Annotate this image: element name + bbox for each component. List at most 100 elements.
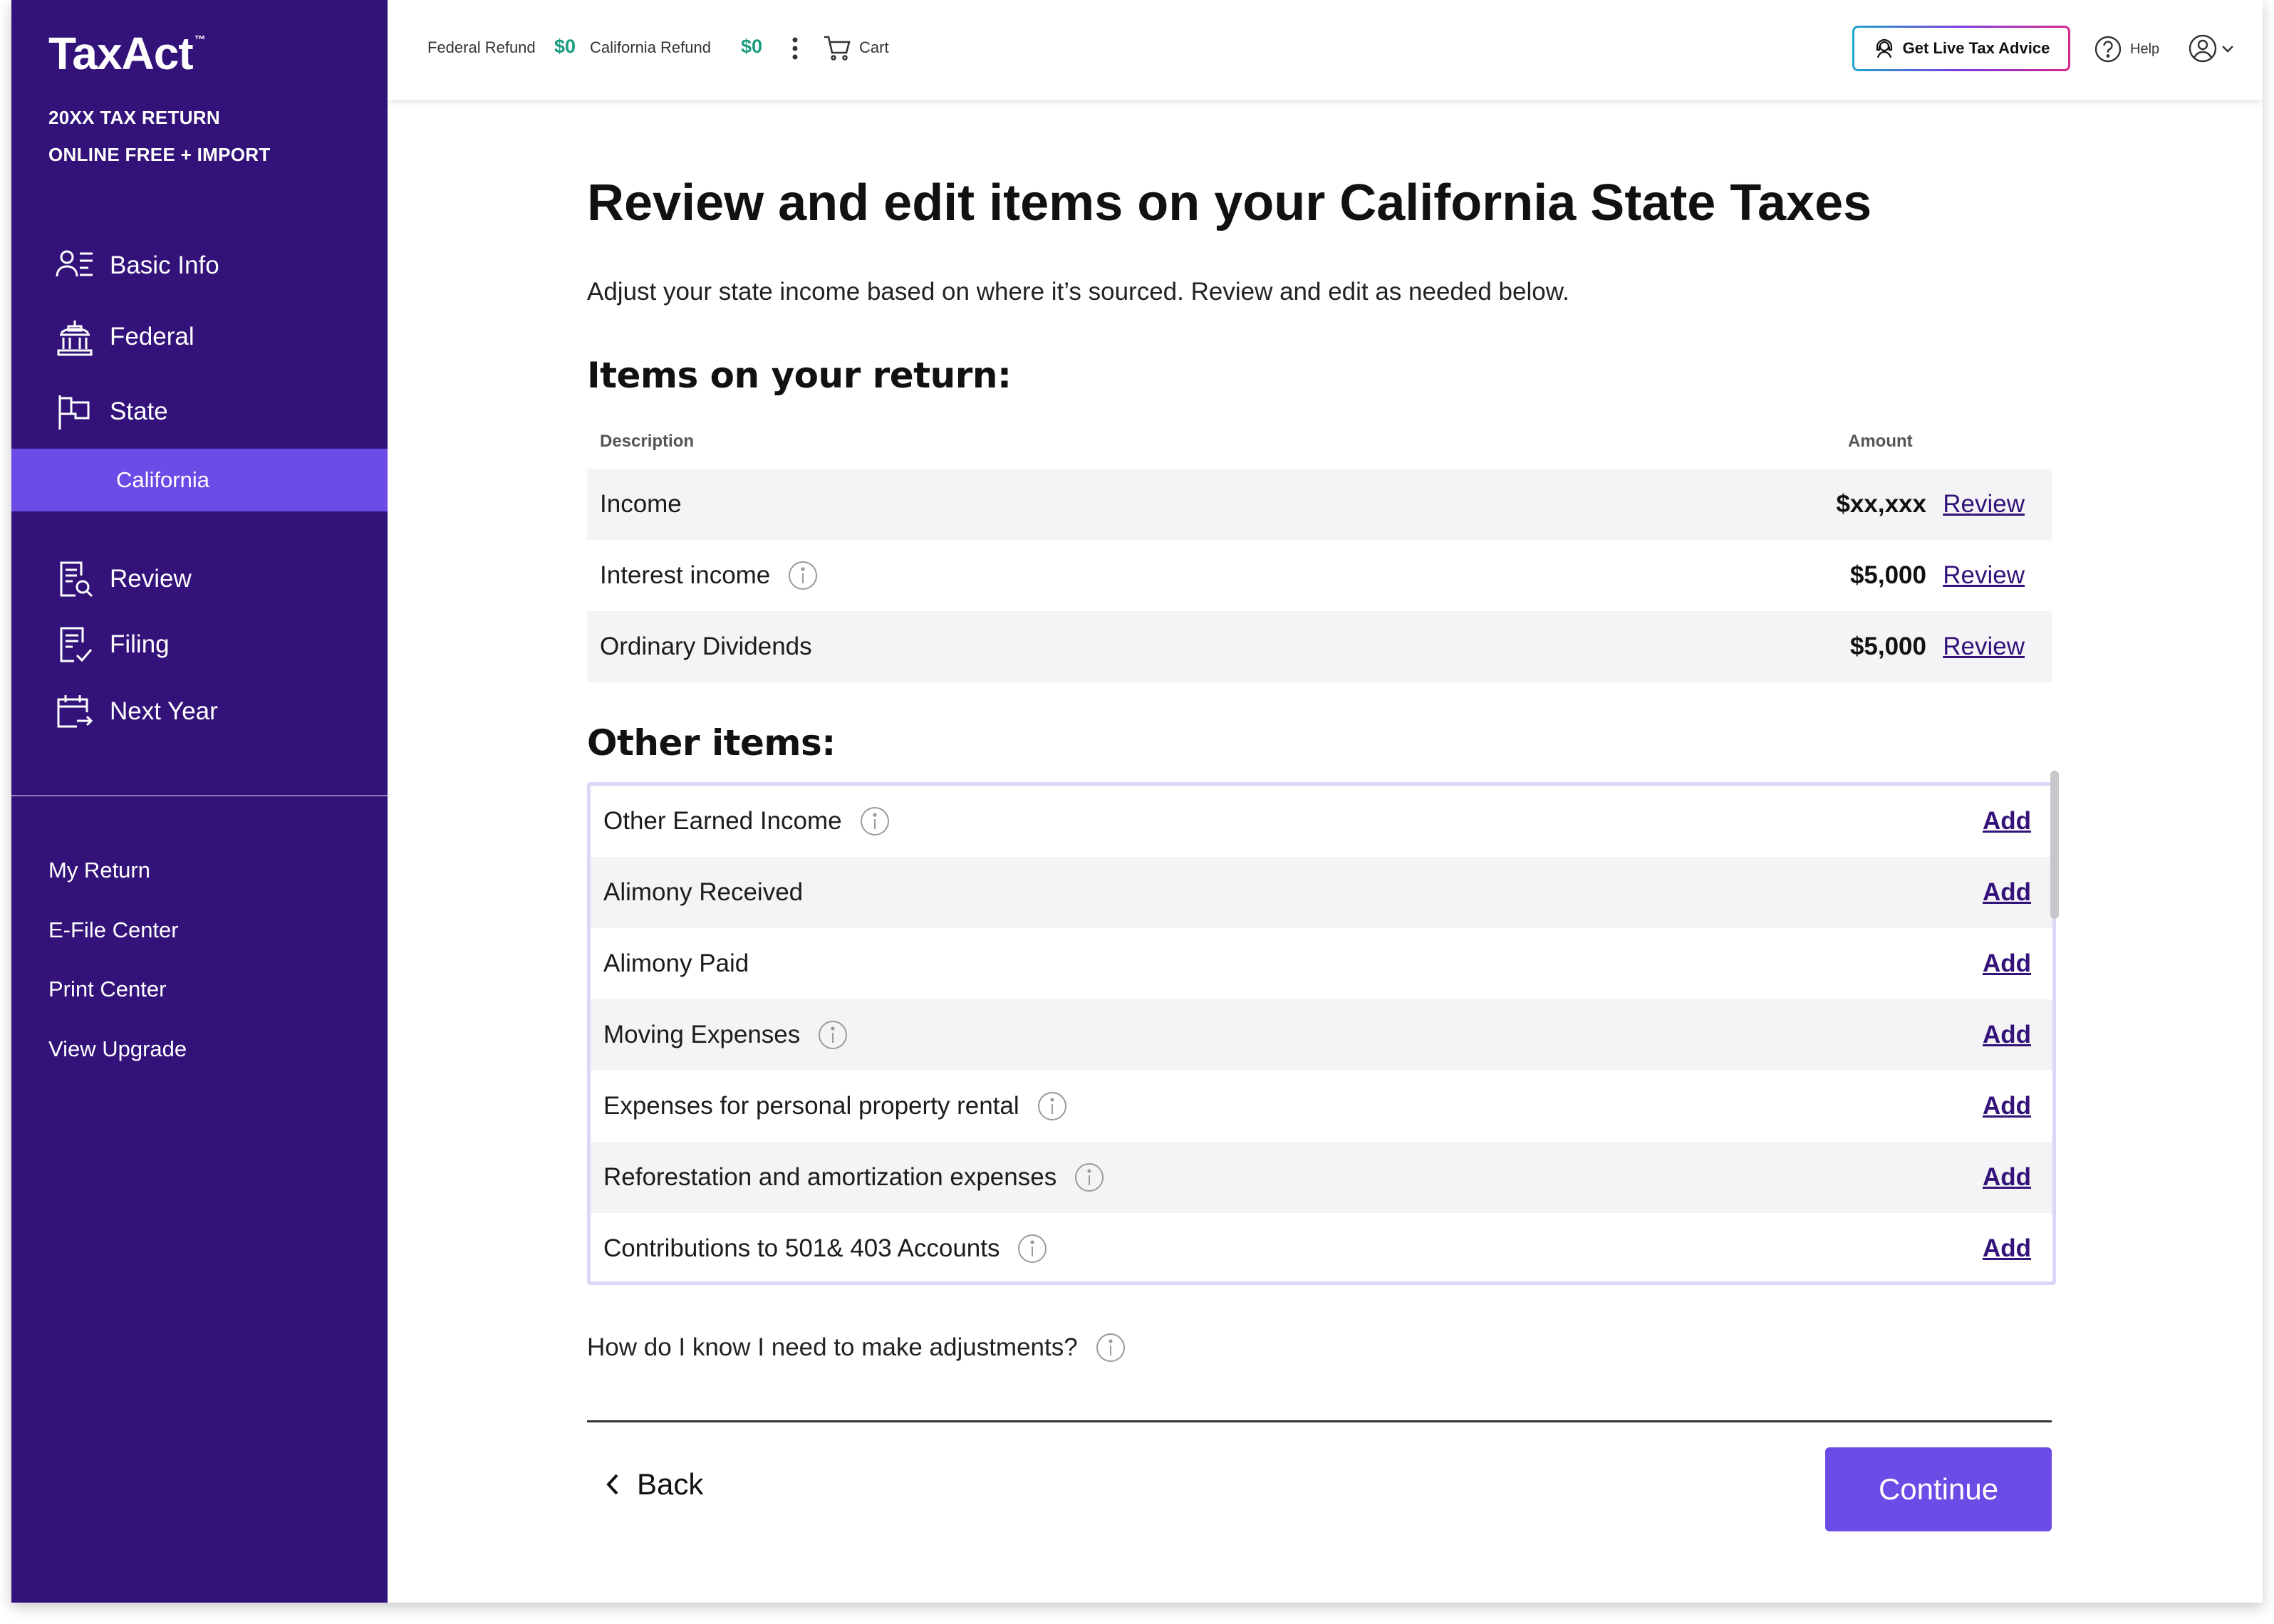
- add-link[interactable]: Add: [1983, 1021, 2031, 1049]
- flag-icon: [54, 391, 95, 432]
- review-link[interactable]: Review: [1943, 490, 2025, 519]
- document-check-icon: [54, 624, 95, 665]
- item-label: Ordinary Dividends: [600, 633, 812, 660]
- info-icon[interactable]: [1095, 1332, 1126, 1363]
- info-icon[interactable]: [1017, 1233, 1048, 1264]
- more-options-icon[interactable]: [788, 34, 802, 63]
- calendar-arrow-icon: [54, 691, 95, 732]
- add-link[interactable]: Add: [1983, 807, 2031, 836]
- list-item: Other Earned Income Add: [591, 786, 2052, 857]
- table-row: Interest income $5,000 Review: [587, 540, 2052, 611]
- return-type-line2: ONLINE FREE + IMPORT: [48, 144, 271, 165]
- sidebar-item-state[interactable]: State: [11, 381, 388, 442]
- help-label: Help: [2130, 41, 2160, 57]
- document-search-icon: [54, 558, 95, 600]
- sidebar-item-label: Filing: [110, 630, 170, 658]
- sidebar-link-print-center[interactable]: Print Center: [48, 977, 166, 1002]
- item-label: Reforestation and amortization expenses: [603, 1163, 1057, 1191]
- headset-agent-icon: [1876, 38, 1892, 58]
- review-link[interactable]: Review: [1943, 633, 2025, 661]
- item-label: Alimony Paid: [603, 949, 749, 977]
- federal-refund-amount: $0: [554, 36, 576, 57]
- live-tax-advice-button[interactable]: Get Live Tax Advice: [1852, 26, 2070, 71]
- federal-refund-label: Federal Refund: [427, 38, 536, 56]
- user-list-icon: [54, 245, 95, 286]
- add-link[interactable]: Add: [1983, 1092, 2031, 1120]
- live-tax-advice-label: Get Live Tax Advice: [1902, 39, 2050, 57]
- list-item: Reforestation and amortization expenses …: [591, 1142, 2052, 1213]
- item-amount: $5,000: [1849, 561, 1926, 589]
- list-item: Moving Expenses Add: [591, 999, 2052, 1071]
- state-refund-amount: $0: [741, 36, 763, 57]
- taxact-logo[interactable]: TaxAct ™: [48, 27, 206, 80]
- footer-divider: [587, 1420, 2052, 1422]
- item-label: Alimony Received: [603, 878, 804, 906]
- help-button[interactable]: Help: [2093, 34, 2159, 64]
- sidebar-item-label: Basic Info: [110, 251, 219, 279]
- other-items-list[interactable]: Other Earned Income Add Alimony Received…: [587, 782, 2056, 1285]
- item-label: Contributions to 501& 403 Accounts: [603, 1234, 1000, 1262]
- other-items-heading: Other items:: [587, 722, 836, 764]
- sidebar-item-label: Next Year: [110, 697, 218, 725]
- column-header-amount: Amount: [1848, 432, 1913, 451]
- chevron-left-icon: [606, 1474, 618, 1495]
- sidebar-divider: [11, 795, 388, 796]
- table-row: Ordinary Dividends $5,000 Review: [587, 611, 2052, 682]
- add-link[interactable]: Add: [1983, 1234, 2031, 1263]
- sidebar-item-federal[interactable]: Federal: [11, 306, 388, 368]
- question-circle-icon: [2094, 36, 2122, 63]
- back-label: Back: [637, 1467, 704, 1501]
- info-icon[interactable]: [859, 806, 891, 837]
- item-label: Income: [600, 490, 682, 518]
- sidebar-item-label: Review: [110, 565, 192, 593]
- item-amount: $5,000: [1849, 633, 1926, 660]
- add-link[interactable]: Add: [1983, 878, 2031, 907]
- list-item: Alimony Received Add: [591, 857, 2052, 928]
- sidebar-item-review[interactable]: Review: [11, 548, 388, 610]
- back-button[interactable]: Back: [603, 1467, 703, 1501]
- cart-label: Cart: [859, 38, 889, 56]
- item-label: Interest income: [600, 561, 771, 589]
- sidebar-item-basic-info[interactable]: Basic Info: [11, 235, 388, 296]
- info-icon[interactable]: [1037, 1091, 1068, 1122]
- column-header-description: Description: [600, 432, 695, 451]
- info-icon[interactable]: [817, 1019, 848, 1051]
- sidebar-link-efile-center[interactable]: E-File Center: [48, 917, 179, 943]
- adjustments-help-question[interactable]: How do I know I need to make adjustments…: [587, 1332, 1126, 1363]
- cart-icon: [824, 36, 851, 61]
- items-section-heading: Items on your return:: [587, 355, 1012, 396]
- item-label: Expenses for personal property rental: [603, 1092, 1019, 1120]
- sidebar-link-view-upgrade[interactable]: View Upgrade: [48, 1036, 187, 1062]
- sidebar-item-label: State: [110, 397, 168, 425]
- sidebar-link-my-return[interactable]: My Return: [48, 858, 150, 883]
- account-menu-button[interactable]: [2187, 33, 2236, 64]
- user-avatar-icon: [2189, 34, 2217, 63]
- state-refund-label: California Refund: [590, 38, 711, 56]
- add-link[interactable]: Add: [1983, 949, 2031, 978]
- chevron-down-icon: [2222, 46, 2233, 53]
- add-link[interactable]: Add: [1983, 1163, 2031, 1192]
- list-item: Contributions to 501& 403 Accounts Add: [591, 1213, 2052, 1281]
- review-link[interactable]: Review: [1943, 561, 2025, 590]
- page-subtitle: Adjust your state income based on where …: [587, 278, 1569, 306]
- sidebar-item-next-year[interactable]: Next Year: [11, 681, 388, 742]
- table-row: Income $xx,xxx Review: [587, 469, 2052, 540]
- sidebar-item-label: Federal: [110, 323, 194, 350]
- continue-button[interactable]: Continue: [1825, 1447, 2052, 1531]
- top-bar: Federal Refund $0 California Refund $0 C…: [388, 0, 2263, 100]
- info-icon[interactable]: [787, 560, 819, 591]
- list-item: Expenses for personal property rental Ad…: [591, 1071, 2052, 1142]
- item-amount: $xx,xxx: [1836, 490, 1926, 518]
- list-scrollbar[interactable]: [2050, 771, 2059, 919]
- info-icon[interactable]: [1074, 1162, 1105, 1193]
- page-title: Review and edit items on your California…: [587, 175, 1872, 231]
- app-window: TaxAct ™ 20XX TAX RETURN ONLINE FREE + IM…: [11, 0, 2263, 1603]
- sidebar: TaxAct ™ 20XX TAX RETURN ONLINE FREE + IM…: [11, 0, 388, 1603]
- sidebar-item-filing[interactable]: Filing: [11, 614, 388, 675]
- list-item: Alimony Paid Add: [591, 928, 2052, 999]
- item-label: Other Earned Income: [603, 807, 842, 835]
- cart-button[interactable]: Cart: [822, 33, 889, 63]
- item-label: Moving Expenses: [603, 1021, 801, 1048]
- sidebar-subitem-california[interactable]: California: [11, 449, 388, 511]
- government-building-icon: [54, 316, 95, 358]
